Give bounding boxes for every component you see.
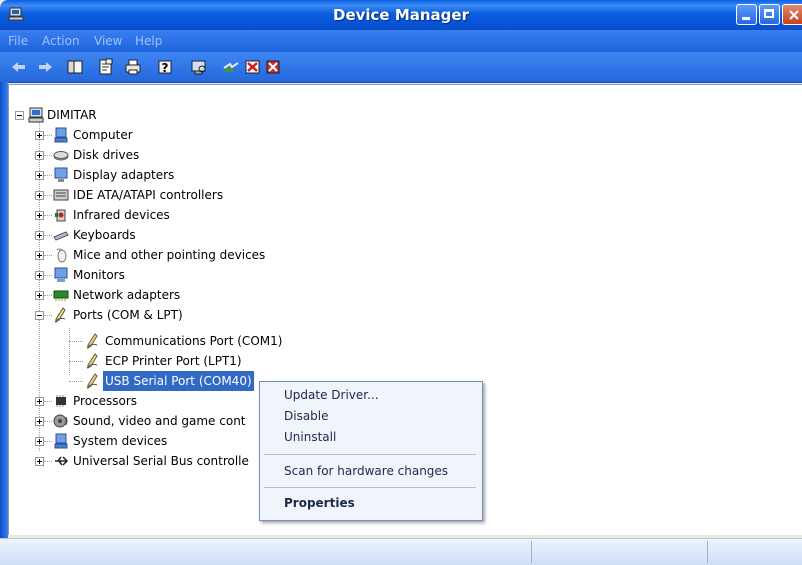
menu-help[interactable]: Help <box>135 34 162 48</box>
infrared-icon <box>55 209 66 222</box>
tree-item-label: Computer <box>73 128 133 142</box>
expand-toggle[interactable] <box>35 131 44 140</box>
monitor-icon <box>54 267 68 282</box>
console-tree-icon[interactable] <box>66 58 84 76</box>
tree-item-label: Disk drives <box>73 148 140 162</box>
tree-item-label: ECP Printer Port (LPT1) <box>105 354 242 368</box>
tree-item-label: Sound, video and game cont <box>73 414 246 428</box>
tree-item-label: Mice and other pointing devices <box>73 248 266 262</box>
collapse-root-toggle[interactable] <box>15 111 24 120</box>
menu-separator <box>264 487 476 488</box>
expand-toggle[interactable] <box>35 457 44 466</box>
sound-icon <box>53 414 68 428</box>
close-icon <box>789 10 799 20</box>
tree-item-label: Processors <box>73 394 138 408</box>
tree-item-label: Keyboards <box>73 228 136 242</box>
window-title: Device Manager <box>333 6 469 24</box>
status-bar <box>0 538 802 565</box>
display-adapter-icon <box>54 167 68 182</box>
tree-item-label: Ports (COM & LPT) <box>73 308 183 322</box>
port-icon <box>86 353 98 369</box>
tree-item-label: Network adapters <box>73 288 181 302</box>
tree-item-label: Display adapters <box>73 168 175 182</box>
disk-drive-icon <box>53 151 69 161</box>
port-icon <box>86 333 98 349</box>
expand-toggle[interactable] <box>35 151 44 160</box>
update-driver-icon[interactable] <box>222 58 240 76</box>
maximize-button[interactable] <box>759 4 780 25</box>
close-button[interactable] <box>782 4 802 25</box>
computer-icon <box>54 127 68 143</box>
menu-update-driver[interactable]: Update Driver... <box>284 388 379 402</box>
computer-root-icon <box>28 107 44 123</box>
menu-uninstall[interactable]: Uninstall <box>284 430 336 444</box>
device-manager-window: Device Manager File Action View Help ? D… <box>0 0 802 565</box>
tree-item-label: IDE ATA/ATAPI controllers <box>73 188 224 202</box>
expand-toggle[interactable] <box>35 417 44 426</box>
minimize-button[interactable] <box>736 4 757 25</box>
help-icon[interactable]: ? <box>156 58 174 76</box>
ide-controller-icon <box>53 189 69 201</box>
menu-bar: File Action View Help <box>0 30 802 52</box>
expand-toggle[interactable] <box>35 397 44 406</box>
tree-item-label: Infrared devices <box>73 208 170 222</box>
tree-item-label: Communications Port (COM1) <box>105 334 283 348</box>
forward-icon[interactable] <box>36 58 54 76</box>
keyboard-icon <box>53 231 69 241</box>
menu-file[interactable]: File <box>8 34 28 48</box>
disable-icon[interactable] <box>244 58 262 76</box>
menu-scan-hardware[interactable]: Scan for hardware changes <box>284 464 448 478</box>
properties-icon[interactable] <box>97 58 115 76</box>
system-device-icon <box>54 433 68 449</box>
expand-toggle[interactable] <box>35 191 44 200</box>
toolbar: ? <box>0 52 802 83</box>
expand-toggle[interactable] <box>35 291 44 300</box>
usb-icon <box>55 456 69 466</box>
context-menu: Update Driver... Disable Uninstall Scan … <box>259 381 483 521</box>
menu-properties[interactable]: Properties <box>284 496 355 510</box>
svg-text:?: ? <box>162 61 169 75</box>
print-icon[interactable] <box>124 58 142 76</box>
root-label: DIMITAR <box>47 108 97 122</box>
expand-toggle[interactable] <box>35 437 44 446</box>
status-divider <box>531 541 532 563</box>
tree-item-label: Monitors <box>73 268 125 282</box>
menu-action[interactable]: Action <box>42 34 80 48</box>
uninstall-icon[interactable] <box>264 58 282 76</box>
status-divider <box>707 541 708 563</box>
tree-item-label: System devices <box>73 434 168 448</box>
menu-disable[interactable]: Disable <box>284 409 329 423</box>
port-icon <box>86 373 98 389</box>
processor-icon <box>56 395 66 407</box>
tree-item-label-selected: USB Serial Port (COM40) <box>103 371 254 391</box>
title-bar[interactable]: Device Manager <box>0 0 802 30</box>
menu-separator <box>264 454 476 455</box>
port-icon <box>54 307 66 323</box>
menu-view[interactable]: View <box>94 34 122 48</box>
scan-icon[interactable] <box>190 58 208 76</box>
tree-item-label: Universal Serial Bus controlle <box>73 454 249 468</box>
expand-toggle[interactable] <box>35 271 44 280</box>
back-icon[interactable] <box>10 58 28 76</box>
expand-toggle[interactable] <box>35 251 44 260</box>
mouse-icon <box>56 248 67 263</box>
network-adapter-icon <box>53 290 69 301</box>
expand-toggle[interactable] <box>35 171 44 180</box>
collapse-toggle[interactable] <box>35 311 44 320</box>
expand-toggle[interactable] <box>35 211 44 220</box>
expand-toggle[interactable] <box>35 231 44 240</box>
ports-branch-line <box>69 328 70 375</box>
window-frame-left <box>0 82 8 538</box>
